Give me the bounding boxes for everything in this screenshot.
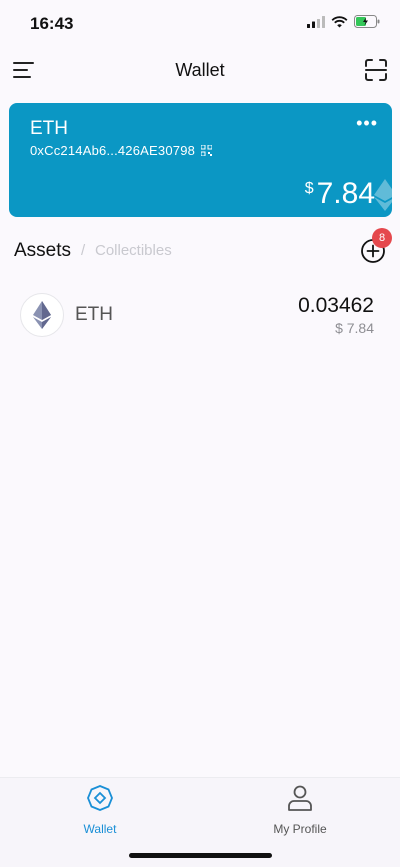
nav-label-my-profile: My Profile xyxy=(273,822,327,836)
tab-assets[interactable]: Assets xyxy=(14,240,71,262)
wallet-screen: 16:43 Wallet ETH 0xCc214Ab6...426AE30798… xyxy=(0,0,400,867)
notification-badge: 8 xyxy=(372,228,392,248)
bottom-navigation: Wallet My Profile xyxy=(0,777,400,867)
card-balance: $ 7.84 xyxy=(305,177,375,211)
status-time: 16:43 xyxy=(30,14,74,33)
app-header: Wallet xyxy=(0,46,400,94)
add-token-button[interactable]: 8 xyxy=(360,228,392,264)
cellular-signal-icon xyxy=(307,15,325,28)
balance-amount: 7.84 xyxy=(316,177,375,210)
token-logo xyxy=(20,293,64,337)
home-indicator[interactable] xyxy=(129,853,272,858)
page-title: Wallet xyxy=(175,60,225,80)
wifi-icon xyxy=(331,15,348,27)
ethereum-watermark-icon xyxy=(374,179,392,211)
qr-code-icon[interactable] xyxy=(201,145,213,156)
scan-icon xyxy=(365,59,387,81)
status-bar: 16:43 xyxy=(0,0,400,46)
nav-label-wallet: Wallet xyxy=(83,822,117,836)
battery-charging-icon xyxy=(354,15,380,28)
profile-icon xyxy=(288,785,312,811)
ethereum-icon xyxy=(33,301,51,329)
asset-tabs-row: Assets / Collectibles 8 xyxy=(14,228,392,268)
tab-collectibles[interactable]: Collectibles xyxy=(95,242,172,259)
nav-item-my-profile[interactable]: My Profile xyxy=(240,784,360,836)
token-symbol: ETH xyxy=(75,304,113,325)
token-row-eth[interactable]: ETH 0.03462 $ 7.84 xyxy=(20,290,374,340)
status-icons xyxy=(307,15,380,28)
wallet-icon xyxy=(87,785,113,811)
nav-item-wallet[interactable]: Wallet xyxy=(40,784,160,836)
card-token-symbol: ETH xyxy=(30,118,68,139)
token-balance: 0.03462 xyxy=(298,294,374,317)
more-options-icon[interactable]: ••• xyxy=(356,113,378,134)
currency-symbol: $ xyxy=(304,180,314,197)
scan-button[interactable] xyxy=(364,58,388,82)
tab-separator: / xyxy=(81,242,86,259)
wallet-address: 0xCc214Ab6...426AE30798 xyxy=(30,143,196,158)
card-address-row[interactable]: 0xCc214Ab6...426AE30798 xyxy=(30,143,213,158)
account-card[interactable]: ETH 0xCc214Ab6...426AE30798 ••• $ 7.84 xyxy=(9,103,392,217)
token-fiat-value: $ 7.84 xyxy=(335,320,374,336)
